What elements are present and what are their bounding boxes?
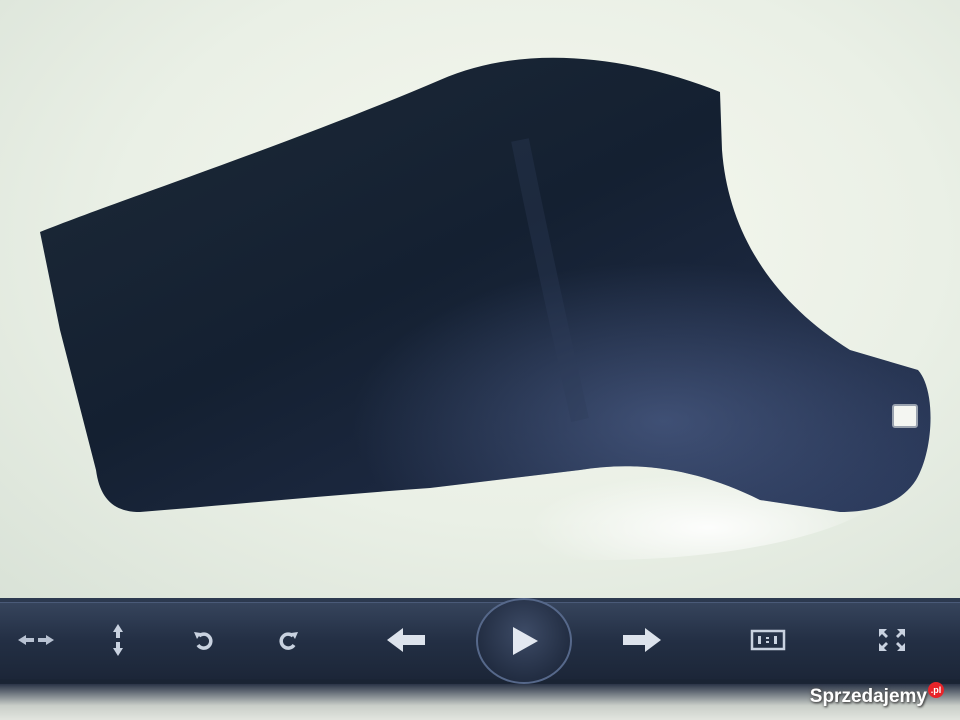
watermark-text: Sprzedajemy bbox=[809, 686, 927, 707]
actual-size-icon bbox=[750, 629, 786, 651]
rotate-right-button[interactable] bbox=[266, 618, 310, 662]
product-photo bbox=[40, 57, 931, 560]
fullscreen-button[interactable] bbox=[870, 618, 914, 662]
rotate-right-icon bbox=[279, 632, 298, 650]
previous-button[interactable] bbox=[384, 618, 428, 662]
arrow-left-icon bbox=[387, 628, 425, 652]
actual-size-button[interactable] bbox=[746, 618, 790, 662]
photo-viewer: Sprzedajemy .pl bbox=[0, 0, 960, 720]
fit-height-button[interactable] bbox=[96, 618, 140, 662]
play-icon bbox=[513, 627, 538, 655]
fit-width-button[interactable] bbox=[14, 618, 58, 662]
rotate-left-icon bbox=[194, 632, 213, 650]
photo-display bbox=[0, 0, 960, 600]
watermark-badge: .pl bbox=[928, 682, 944, 698]
fit-width-icon bbox=[18, 635, 54, 645]
rotate-left-button[interactable] bbox=[182, 618, 226, 662]
next-button[interactable] bbox=[620, 618, 664, 662]
site-watermark: Sprzedajemy .pl bbox=[809, 682, 944, 708]
play-button[interactable] bbox=[476, 598, 572, 684]
fit-height-icon bbox=[113, 624, 123, 656]
fullscreen-icon bbox=[879, 629, 905, 651]
clip-slot bbox=[892, 404, 918, 428]
arrow-right-icon bbox=[623, 628, 661, 652]
